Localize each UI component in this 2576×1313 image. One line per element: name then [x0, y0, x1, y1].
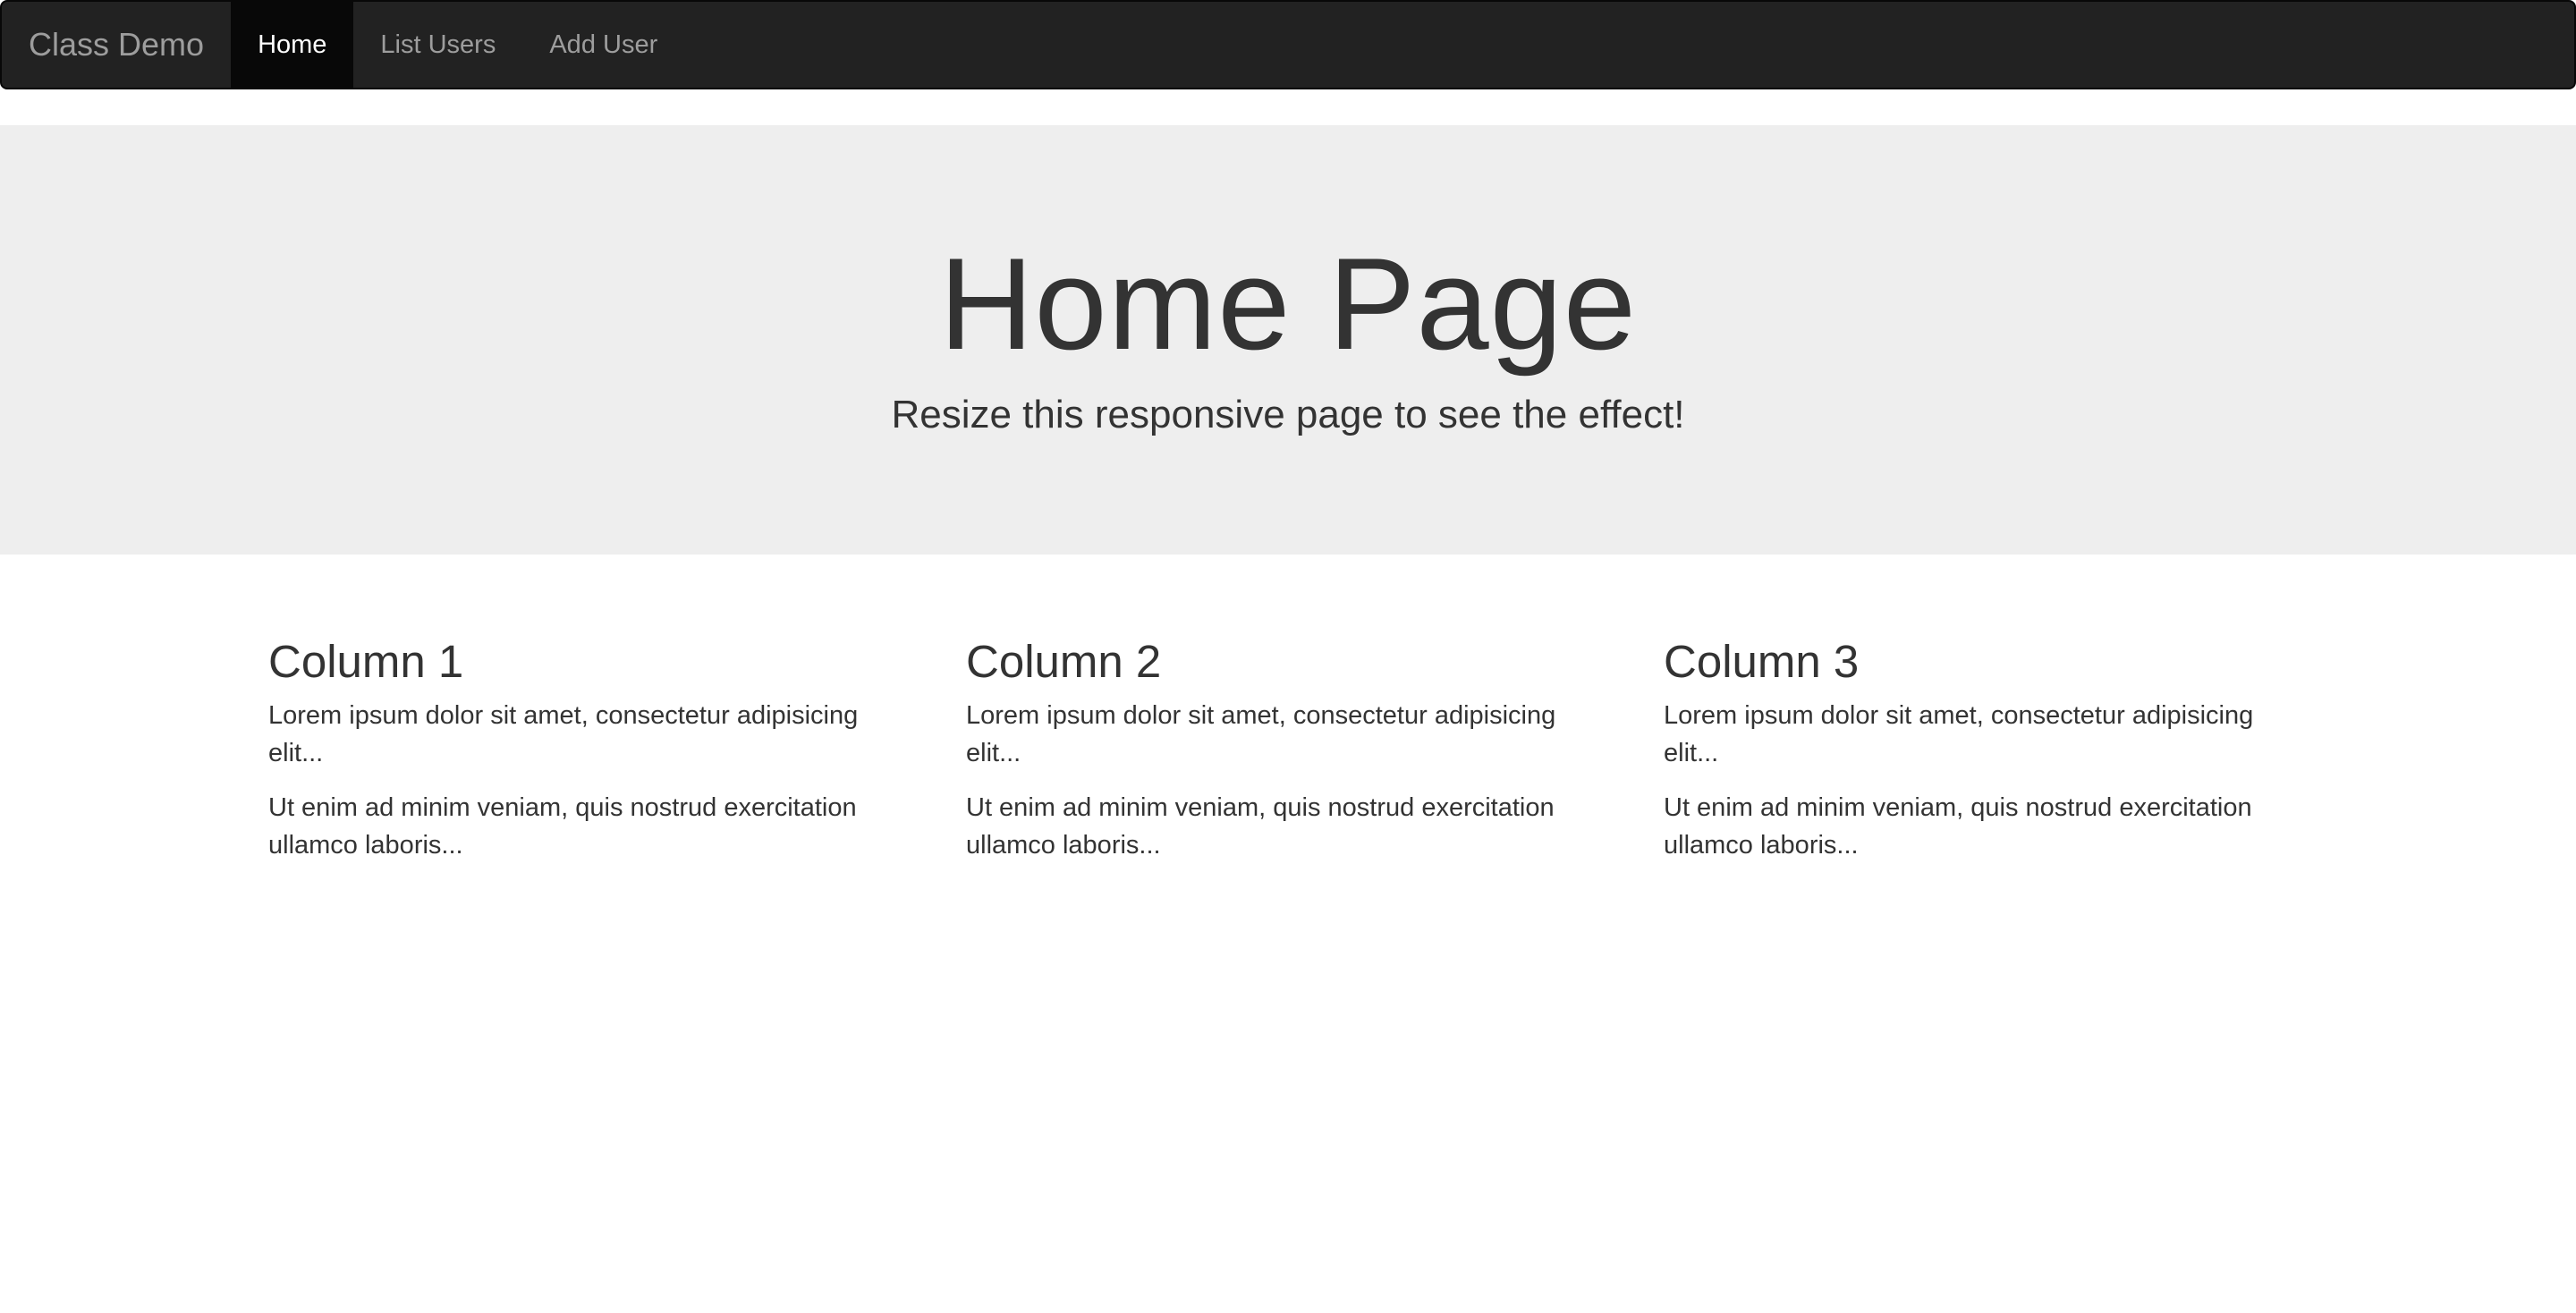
navbar-brand[interactable]: Class Demo — [2, 2, 231, 88]
column-paragraph: Ut enim ad minim veniam, quis nostrud ex… — [268, 793, 857, 860]
page-subtitle: Resize this responsive page to see the e… — [891, 393, 1685, 436]
column-heading: Column 2 — [966, 636, 1162, 687]
column-paragraph: Lorem ipsum dolor sit amet, consectetur … — [966, 701, 1556, 767]
nav-item-add-user[interactable]: Add User — [522, 2, 684, 88]
column-heading: Column 1 — [268, 636, 464, 687]
jumbotron: Home Page Resize this responsive page to… — [0, 125, 2576, 555]
column-paragraph: Lorem ipsum dolor sit amet, consectetur … — [1664, 701, 2254, 767]
column-1: Column 1 Lorem ipsum dolor sit amet, con… — [242, 636, 939, 882]
nav-item-list-users[interactable]: List Users — [353, 2, 522, 88]
column-paragraph: Ut enim ad minim veniam, quis nostrud ex… — [966, 793, 1555, 860]
page-title: Home Page — [939, 231, 1637, 377]
navbar: Class Demo Home List Users Add User — [0, 0, 2576, 89]
nav-list: Home List Users Add User — [231, 2, 684, 88]
column-heading: Column 3 — [1664, 636, 1860, 687]
columns-row: Column 1 Lorem ipsum dolor sit amet, con… — [242, 636, 2334, 882]
nav-item-home[interactable]: Home — [231, 2, 354, 88]
column-paragraph: Ut enim ad minim veniam, quis nostrud ex… — [1664, 793, 2252, 860]
column-3: Column 3 Lorem ipsum dolor sit amet, con… — [1637, 636, 2334, 882]
column-2: Column 2 Lorem ipsum dolor sit amet, con… — [939, 636, 1637, 882]
column-paragraph: Lorem ipsum dolor sit amet, consectetur … — [268, 701, 859, 767]
